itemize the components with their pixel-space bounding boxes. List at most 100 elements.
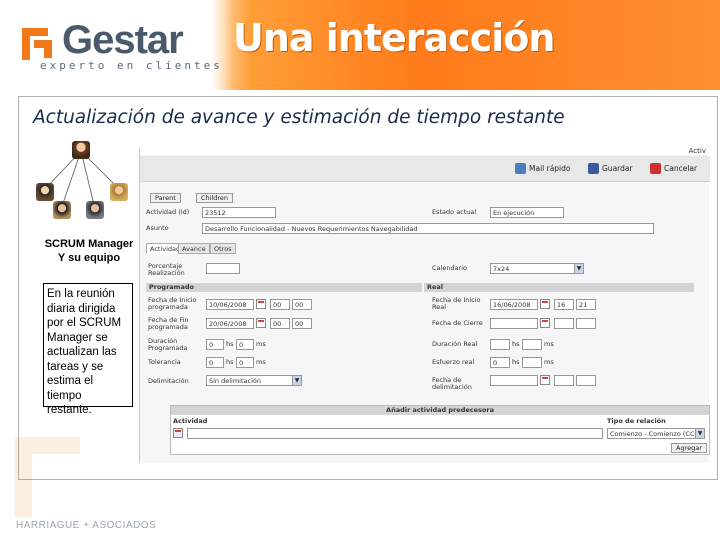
gestar-logo-icon — [22, 28, 52, 60]
logo-name: Gestar — [62, 18, 184, 62]
effort-ms[interactable] — [522, 357, 542, 368]
close-date-input[interactable] — [490, 318, 538, 329]
delim-date-input[interactable] — [490, 375, 538, 386]
real-start-date[interactable]: 16/06/2008 — [490, 299, 538, 310]
subject-input[interactable]: Desarrollo Funcionalidad - Nuevos Requer… — [202, 223, 654, 234]
tolerance-hours[interactable]: 0 — [206, 357, 224, 368]
real-duration-hours[interactable] — [490, 339, 510, 350]
prog-start-date[interactable]: 10/06/2008 — [206, 299, 254, 310]
tab-avance[interactable]: Avance — [178, 243, 210, 254]
chevron-down-icon: ▼ — [695, 429, 704, 438]
prog-duration-label: Duración Programada — [148, 337, 188, 352]
delim-min-input[interactable] — [576, 375, 596, 386]
close-hour-input[interactable] — [554, 318, 574, 329]
cancel-label: Cancelar — [664, 163, 698, 173]
prog-duration-hours[interactable]: 0 — [206, 339, 224, 350]
real-duration-ms[interactable] — [522, 339, 542, 350]
save-icon — [588, 162, 599, 174]
real-start-hour[interactable]: 16 — [554, 299, 574, 310]
children-button[interactable]: Children — [196, 193, 234, 203]
real-start-min[interactable]: 21 — [576, 299, 596, 310]
mail-icon — [515, 162, 526, 174]
caption-line-2: Y su equipo — [57, 252, 121, 264]
chevron-down-icon: ▼ — [574, 264, 583, 273]
footer-brand: HARRIAGUE + ASOCIADOS — [16, 520, 157, 531]
predecessor-header: Añadir actividad predecesora — [171, 406, 709, 415]
app-window: Activ Mail rápido Guardar Cancelar Paren… — [139, 147, 710, 463]
team-caption: SCRUM Manager Y su equipo — [39, 237, 139, 265]
percent-label: Porcentaje Realización — [148, 262, 185, 277]
slide-content: Actualización de avance y estimación de … — [18, 96, 718, 480]
mail-button[interactable]: Mail rápido — [515, 161, 571, 175]
app-toolbar: Mail rápido Guardar Cancelar — [140, 156, 710, 182]
effort-label: Esfuerzo real — [432, 358, 475, 366]
caption-line-1: SCRUM Manager — [44, 238, 134, 250]
calendar-icon[interactable] — [540, 299, 550, 309]
status-input[interactable]: En ejecución — [490, 207, 564, 218]
chevron-down-icon: ▼ — [292, 376, 301, 385]
calendar-icon[interactable] — [256, 318, 266, 328]
search-icon[interactable] — [173, 428, 183, 438]
decorative-arrow-icon — [15, 437, 80, 517]
ms-unit: ms — [256, 358, 266, 366]
calendar-select[interactable]: 7x24 ▼ — [490, 263, 584, 274]
prog-end-min[interactable]: 00 — [292, 318, 312, 329]
activity-id-input[interactable]: 23512 — [202, 207, 276, 218]
explanation-note: En la reunión diaria dirigida por el SCR… — [43, 283, 133, 416]
ms-unit: ms — [544, 340, 554, 348]
prog-end-date[interactable]: 20/06/2008 — [206, 318, 254, 329]
calendar-icon[interactable] — [540, 375, 550, 385]
delim-date-label: Fecha de delimitación — [432, 376, 472, 391]
topbar-link[interactable]: Activ — [689, 147, 706, 155]
tab-otros[interactable]: Otros — [210, 243, 236, 254]
real-header: Real — [424, 283, 694, 292]
ms-unit: ms — [544, 358, 554, 366]
parent-button[interactable]: Parent — [150, 193, 181, 203]
effort-hours[interactable]: 0 — [490, 357, 510, 368]
page-title: Una interacción — [233, 16, 555, 60]
calendar-icon[interactable] — [540, 318, 550, 328]
delimitation-label: Delimitación — [148, 377, 189, 385]
real-start-label: Fecha de Inicio Real — [432, 296, 481, 311]
close-min-input[interactable] — [576, 318, 596, 329]
prog-end-label: Fecha de Fin programada — [148, 316, 189, 331]
close-date-label: Fecha de Cierre — [432, 319, 483, 327]
calendar-label: Calendario — [432, 264, 468, 272]
cancel-button[interactable]: Cancelar — [650, 161, 697, 175]
avatar-team-member — [86, 201, 104, 219]
relation-type-value: Comienzo - Comienzo (CC) — [610, 430, 698, 438]
delimitation-value: Sin delimitación — [209, 377, 261, 385]
header-banner: Gestar experto en clientes Una interacci… — [0, 0, 720, 90]
prog-start-label: Fecha de Inicio programada — [148, 296, 197, 311]
slide-title: Actualización de avance y estimación de … — [33, 107, 565, 128]
predecessor-panel: Añadir actividad predecesora Actividad T… — [170, 405, 710, 455]
logo-tagline: experto en clientes — [40, 59, 223, 72]
calendar-value: 7x24 — [493, 265, 510, 273]
cancel-icon — [650, 162, 661, 174]
app-topbar: Activ — [140, 147, 710, 155]
avatar-scrum-manager — [72, 141, 90, 159]
prog-end-hour[interactable]: 00 — [270, 318, 290, 329]
col-activity-header: Actividad — [173, 417, 208, 425]
tolerance-ms[interactable]: 0 — [236, 357, 254, 368]
avatar-team-member — [110, 183, 128, 201]
calendar-icon[interactable] — [256, 299, 266, 309]
avatar-team-member — [36, 183, 54, 201]
prog-start-hour[interactable]: 00 — [270, 299, 290, 310]
col-type-header: Tipo de relación — [607, 417, 666, 425]
save-label: Guardar — [602, 163, 633, 173]
real-duration-label: Duración Real — [432, 340, 478, 348]
predecessor-activity-input[interactable] — [187, 428, 603, 439]
subject-label: Asunto — [146, 224, 169, 232]
percent-input[interactable] — [206, 263, 240, 274]
add-button[interactable]: Agregar — [671, 443, 707, 453]
prog-duration-ms[interactable]: 0 — [236, 339, 254, 350]
delim-hour-input[interactable] — [554, 375, 574, 386]
save-button[interactable]: Guardar — [588, 161, 633, 175]
hs-unit: hs — [512, 340, 520, 348]
delimitation-select[interactable]: Sin delimitación ▼ — [206, 375, 302, 386]
relation-type-select[interactable]: Comienzo - Comienzo (CC) ▼ — [607, 428, 705, 439]
prog-start-min[interactable]: 00 — [292, 299, 312, 310]
status-label: Estado actual — [432, 208, 477, 216]
hs-unit: hs — [512, 358, 520, 366]
